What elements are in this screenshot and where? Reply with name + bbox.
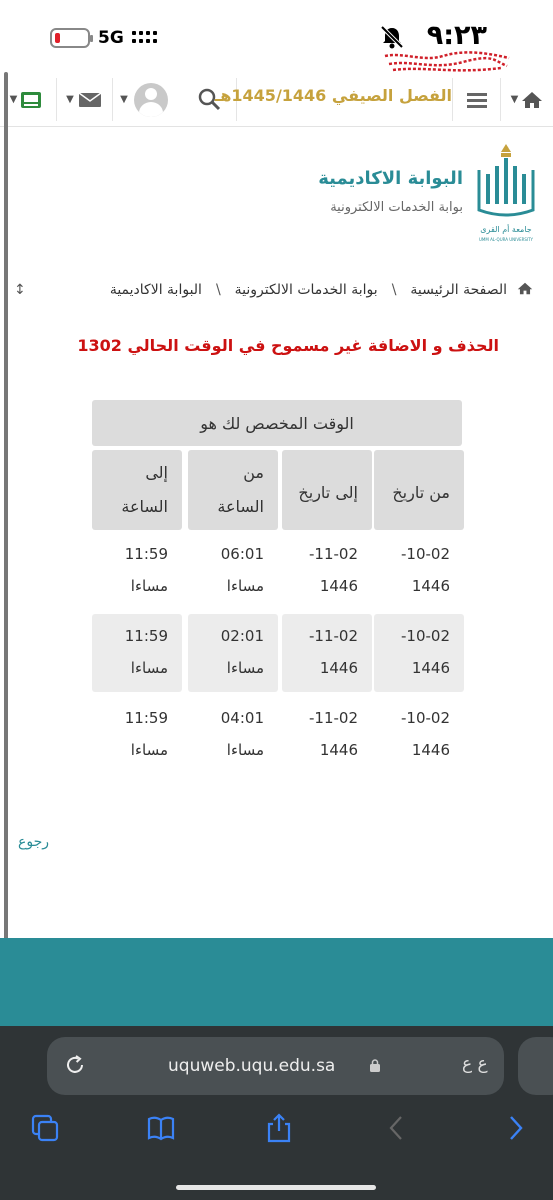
header-from-time: من الساعة — [188, 450, 278, 530]
mail-icon — [78, 91, 102, 107]
breadcrumb-item-home[interactable]: الصفحة الرئيسية — [410, 282, 507, 298]
header-to-time: إلى الساعة — [92, 450, 182, 530]
university-logo: جامعة أم القرى UMM AL-QURA UNIVERSITY — [477, 144, 535, 242]
table-row-cell: 10-02- 1446 — [374, 614, 464, 692]
home-menu[interactable]: ▼ — [502, 72, 552, 127]
network-label: 5G — [98, 28, 124, 48]
redaction-scribble — [384, 51, 510, 72]
table-caption: الوقت المخصص لك هو — [92, 400, 462, 446]
forward-arrow-icon[interactable] — [500, 1113, 530, 1143]
clock: ٩:٢٣ — [426, 20, 487, 51]
table-row-cell: 06:01 مساءا — [220, 545, 264, 595]
chevron-down-icon: ▼ — [120, 94, 128, 105]
back-arrow-icon[interactable] — [382, 1113, 412, 1143]
portal-subtitle: بوابة الخدمات الالكترونية — [330, 200, 463, 215]
home-icon[interactable] — [517, 282, 533, 299]
terminal-icon — [21, 91, 42, 108]
status-bar: 5G ٩:٢٣ — [0, 0, 553, 72]
home-indicator[interactable] — [176, 1185, 376, 1190]
sort-arrow-icon: ↕ — [14, 282, 26, 298]
home-icon — [522, 91, 543, 108]
table-row-cell: 11-02- 1446 — [308, 545, 358, 595]
breadcrumb-separator: \ — [391, 282, 397, 298]
portal-title: البوابة الاكاديمية — [318, 168, 463, 189]
table-row-cell: 11-02- 1446 — [282, 614, 372, 692]
table-row-cell: 04:01 مساءا — [220, 709, 264, 759]
signal-icon — [132, 31, 157, 43]
table-row-cell: 10-02- 1446 — [400, 709, 450, 759]
menu-toggle[interactable] — [456, 72, 498, 127]
scroll-indicator[interactable] — [4, 72, 8, 978]
header-to-date: إلى تاريخ — [282, 450, 372, 530]
text-size-button[interactable]: ع ع — [462, 1054, 488, 1074]
chevron-down-icon: ▼ — [510, 94, 519, 105]
breadcrumb-item-eservices[interactable]: بوابة الخدمات الالكترونية — [235, 282, 378, 298]
breadcrumb-separator: \ — [215, 282, 221, 298]
table-row-cell: 11-02- 1446 — [308, 709, 358, 759]
footer-band — [0, 938, 553, 1028]
table-row-cell: 11:59 مساءا — [124, 545, 168, 595]
battery-icon — [50, 28, 93, 48]
mail-menu[interactable]: ▼ — [58, 72, 110, 127]
table-row-cell: 11:59 مساءا — [124, 709, 168, 759]
page: 5G ٩:٢٣ ▼ ▼ ▼ الفصل الصيفي 1445/1446هـ ▼… — [0, 0, 553, 1200]
logo-text: جامعة أم القرى — [480, 224, 532, 234]
menu-icon — [467, 92, 487, 108]
bookmarks-icon[interactable] — [146, 1113, 176, 1143]
breadcrumb: الصفحة الرئيسية \ بوابة الخدمات الالكترو… — [14, 272, 533, 308]
bell-muted-icon — [380, 25, 404, 49]
reload-icon[interactable] — [64, 1054, 86, 1076]
table-row-cell: 11:59 مساءا — [92, 614, 182, 692]
logo-text-en: UMM AL-QURA UNIVERSITY — [479, 237, 534, 242]
error-message: الحذف و الاضافة غير مسموح في الوقت الحال… — [77, 336, 499, 355]
semester-title: الفصل الصيفي 1445/1446هـ — [214, 86, 452, 105]
url-text[interactable]: uquweb.uqu.edu.sa — [168, 1056, 335, 1076]
chevron-down-icon: ▼ — [66, 94, 74, 105]
share-icon[interactable] — [264, 1113, 294, 1143]
header-from-date: من تاريخ — [374, 450, 464, 530]
lock-icon — [370, 1059, 380, 1072]
breadcrumb-item-academic[interactable]: البوابة الاكاديمية — [110, 282, 202, 298]
back-link[interactable]: رجوع — [18, 834, 49, 850]
adjacent-tab-bar[interactable] — [518, 1037, 553, 1095]
table-row-cell: 10-02- 1446 — [400, 545, 450, 595]
top-nav: ▼ ▼ ▼ الفصل الصيفي 1445/1446هـ ▼ — [0, 72, 553, 127]
chevron-down-icon: ▼ — [9, 94, 18, 105]
table-row-cell: 02:01 مساءا — [188, 614, 278, 692]
tabs-icon[interactable] — [30, 1113, 60, 1143]
